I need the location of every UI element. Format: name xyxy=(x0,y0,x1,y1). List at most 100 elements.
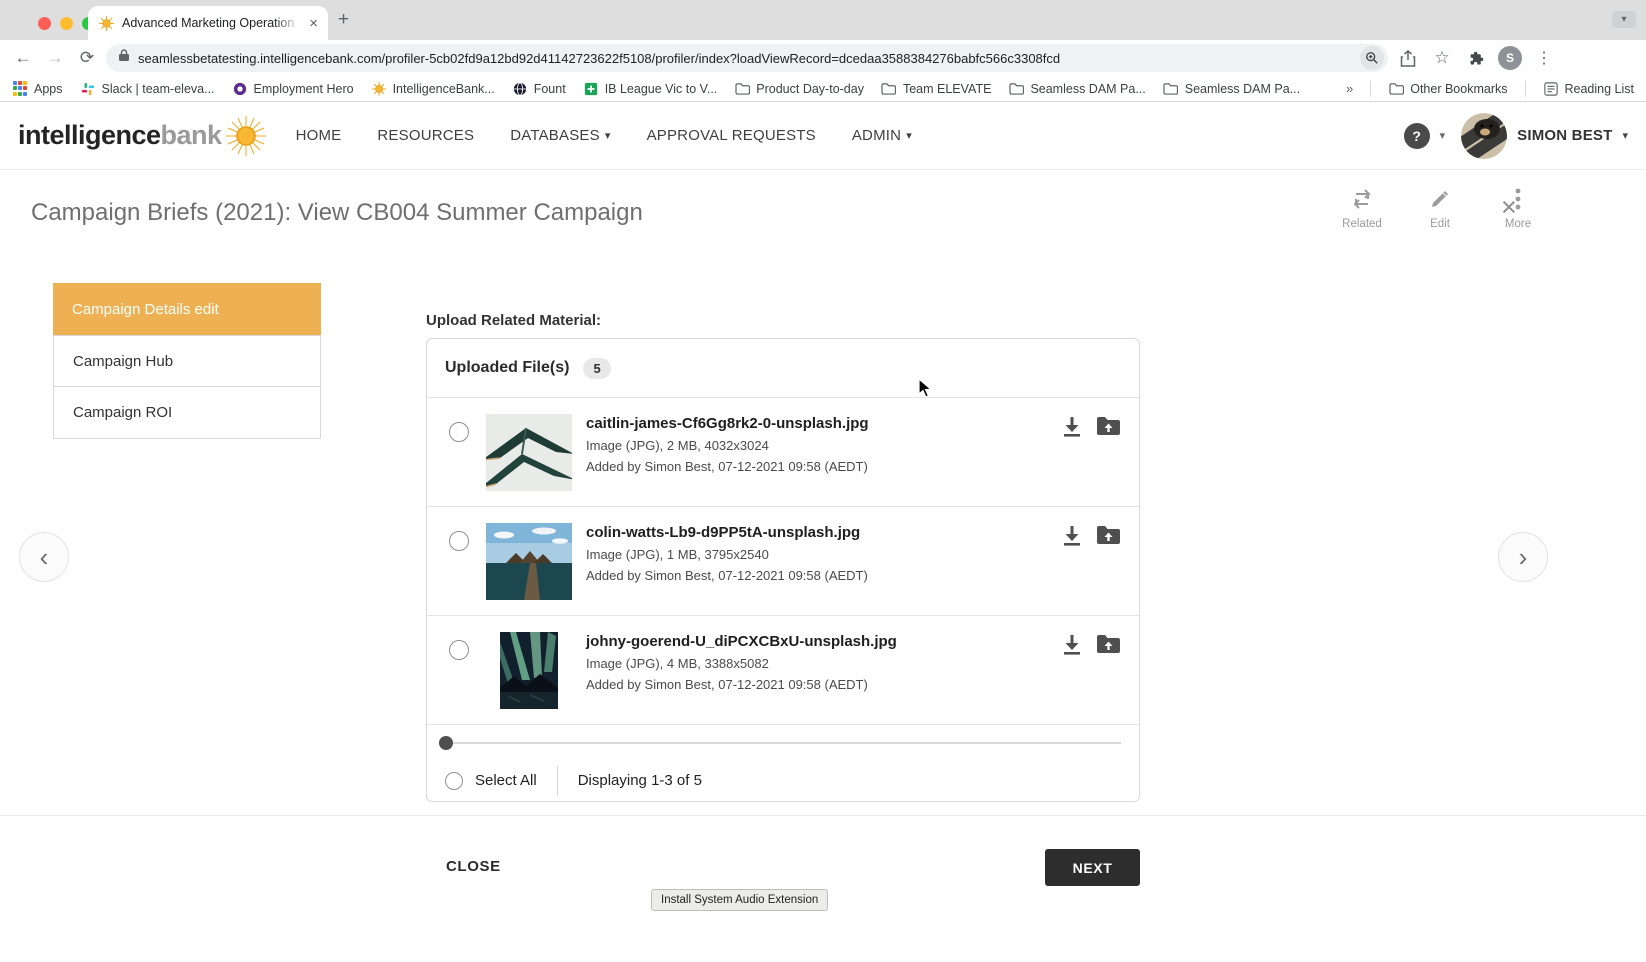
file-actions xyxy=(1061,416,1121,437)
divider xyxy=(1370,81,1371,97)
help-icon[interactable]: ? xyxy=(1404,123,1430,149)
lock-icon xyxy=(118,49,130,67)
reading-list[interactable]: Reading List xyxy=(1543,81,1635,97)
new-tab-button[interactable]: + xyxy=(338,12,349,28)
chrome-menu-kebab-icon[interactable]: ⋮ xyxy=(1530,44,1558,72)
apps-grid-icon xyxy=(12,81,28,97)
bookmark-seamless-dam-1[interactable]: Seamless DAM Pa... xyxy=(1008,81,1145,97)
file-meta: Image (JPG), 2 MB, 4032x3024 xyxy=(586,438,1061,453)
close-button[interactable]: CLOSE xyxy=(446,858,501,875)
close-record-icon[interactable]: × xyxy=(1501,194,1517,221)
browser-toolbar: ← → ⟳ seamlessbetatesting.intelligenceba… xyxy=(0,40,1646,76)
bookmark-ib-league[interactable]: IB League Vic to V... xyxy=(583,81,718,97)
divider xyxy=(0,169,1646,170)
aurora-thumbnail-image xyxy=(500,632,558,709)
bookmark-team-elevate[interactable]: Team ELEVATE xyxy=(881,81,991,97)
bookmark-product-day-to-day[interactable]: Product Day-to-day xyxy=(734,81,864,97)
tab-close-icon[interactable]: × xyxy=(309,16,318,31)
related-button[interactable]: Related xyxy=(1338,188,1386,230)
browser-profile-avatar[interactable]: S xyxy=(1496,44,1524,72)
file-row: colin-watts-Lb9-d9PP5tA-unsplash.jpg Ima… xyxy=(427,506,1139,615)
download-icon[interactable] xyxy=(1061,634,1083,655)
file-info: caitlin-james-Cf6Gg8rk2-0-unsplash.jpg I… xyxy=(586,414,1061,474)
edit-button[interactable]: Edit xyxy=(1416,188,1464,230)
move-to-folder-icon[interactable] xyxy=(1096,416,1121,437)
divider xyxy=(0,815,1646,816)
file-count-badge: 5 xyxy=(583,358,610,379)
nav-item-home[interactable]: HOME xyxy=(296,127,342,144)
zoom-page-icon[interactable] xyxy=(1360,46,1384,70)
next-button[interactable]: NEXT xyxy=(1045,849,1140,886)
chevron-right-icon: › xyxy=(1519,542,1528,573)
file-added-by: Added by Simon Best, 07-12-2021 09:58 (A… xyxy=(586,568,1061,583)
file-select-radio[interactable] xyxy=(449,640,469,660)
scrollbar-thumb[interactable] xyxy=(439,736,453,750)
minimize-window-button[interactable] xyxy=(60,17,73,30)
next-record-button[interactable]: › xyxy=(1498,532,1548,582)
file-select-radio[interactable] xyxy=(449,531,469,551)
bookmarks-overflow-icon[interactable]: » xyxy=(1346,81,1353,96)
select-all-label[interactable]: Select All xyxy=(475,772,537,789)
nav-item-databases[interactable]: DATABASES▾ xyxy=(510,127,610,144)
file-thumbnail[interactable] xyxy=(486,414,572,491)
tab-search-caret-icon[interactable]: ▾ xyxy=(1612,11,1636,28)
chevron-down-icon[interactable]: ▾ xyxy=(1622,129,1628,142)
forward-icon[interactable]: → xyxy=(42,45,68,71)
user-name[interactable]: SIMON BEST xyxy=(1517,127,1612,144)
move-to-folder-icon[interactable] xyxy=(1096,634,1121,655)
intelligencebank-logo[interactable]: intelligencebank xyxy=(18,116,266,156)
user-avatar[interactable] xyxy=(1461,113,1507,159)
select-all-radio[interactable] xyxy=(445,772,463,790)
sidebar-item-campaign-roi[interactable]: Campaign ROI xyxy=(53,387,321,439)
sidebar-item-campaign-details-edit[interactable]: Campaign Details edit xyxy=(53,283,321,335)
tab-title: Advanced Marketing Operation xyxy=(122,16,301,30)
bookmark-seamless-dam-2[interactable]: Seamless DAM Pa... xyxy=(1163,81,1300,97)
download-icon[interactable] xyxy=(1061,525,1083,546)
folder-icon xyxy=(734,81,750,97)
browser-tab[interactable]: Advanced Marketing Operation × xyxy=(88,6,328,40)
back-icon[interactable]: ← xyxy=(10,45,36,71)
other-bookmarks[interactable]: Other Bookmarks xyxy=(1388,81,1507,97)
scrollbar-track[interactable] xyxy=(445,742,1121,744)
tab-strip: Advanced Marketing Operation × + ▾ xyxy=(0,0,1646,40)
bookmark-employment-hero[interactable]: Employment Hero xyxy=(232,81,354,97)
bookmark-slack[interactable]: Slack | team-eleva... xyxy=(80,81,215,97)
url-text: seamlessbetatesting.intelligencebank.com… xyxy=(138,51,1352,66)
chevron-down-icon: ▾ xyxy=(605,129,611,142)
uploaded-files-card: Uploaded File(s) 5 caitlin-james-Cf6Gg8r… xyxy=(426,338,1140,802)
nav-item-resources[interactable]: RESOURCES xyxy=(377,127,474,144)
share-icon[interactable] xyxy=(1394,44,1422,72)
folder-icon xyxy=(1388,81,1404,97)
close-window-button[interactable] xyxy=(38,17,51,30)
previous-record-button[interactable]: ‹ xyxy=(19,532,69,582)
file-name[interactable]: caitlin-james-Cf6Gg8rk2-0-unsplash.jpg xyxy=(586,415,1061,432)
bookmark-fount[interactable]: Fount xyxy=(512,81,566,97)
nav-item-approval-requests[interactable]: APPROVAL REQUESTS xyxy=(647,127,816,144)
file-select-radio[interactable] xyxy=(449,422,469,442)
file-thumbnail[interactable] xyxy=(486,632,572,709)
file-name[interactable]: colin-watts-Lb9-d9PP5tA-unsplash.jpg xyxy=(586,524,1061,541)
tab-favicon-sun-icon xyxy=(98,15,114,31)
extensions-puzzle-icon[interactable] xyxy=(1462,44,1490,72)
refresh-icon[interactable]: ⟳ xyxy=(74,45,100,71)
file-actions xyxy=(1061,525,1121,546)
nav-item-admin[interactable]: ADMIN▾ xyxy=(852,127,912,144)
address-bar[interactable]: seamlessbetatesting.intelligencebank.com… xyxy=(106,44,1388,72)
chevron-down-icon[interactable]: ▾ xyxy=(1440,129,1446,142)
bookmark-apps[interactable]: Apps xyxy=(12,81,63,97)
green-plus-icon xyxy=(583,81,599,97)
file-thumbnail[interactable] xyxy=(486,523,572,600)
displaying-count: Displaying 1-3 of 5 xyxy=(578,772,702,789)
file-name[interactable]: johny-goerend-U_diPCXCBxU-unsplash.jpg xyxy=(586,633,1061,650)
divider xyxy=(1525,81,1526,97)
file-row: johny-goerend-U_diPCXCBxU-unsplash.jpg I… xyxy=(427,615,1139,724)
pagoda-thumbnail-image xyxy=(486,414,572,491)
sidebar-item-campaign-hub[interactable]: Campaign Hub xyxy=(53,335,321,387)
move-to-folder-icon[interactable] xyxy=(1096,525,1121,546)
bookmark-intelligencebank[interactable]: IntelligenceBank... xyxy=(371,81,495,97)
related-icon xyxy=(1350,188,1374,210)
file-meta: Image (JPG), 1 MB, 3795x2540 xyxy=(586,547,1061,562)
download-icon[interactable] xyxy=(1061,416,1083,437)
file-row: caitlin-james-Cf6Gg8rk2-0-unsplash.jpg I… xyxy=(427,397,1139,506)
bookmark-star-icon[interactable]: ☆ xyxy=(1428,44,1456,72)
